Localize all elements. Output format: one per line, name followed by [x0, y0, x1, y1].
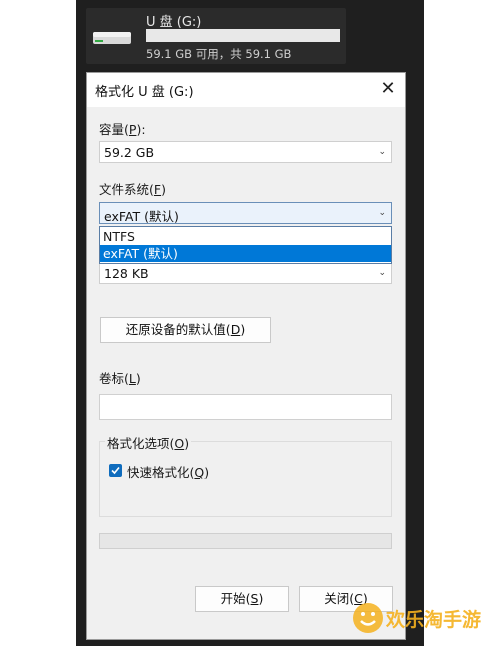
watermark-text: 欢乐淘手游: [385, 608, 481, 631]
allocation-unit-select[interactable]: 128 KB ⌄: [99, 262, 392, 284]
close-icon[interactable]: ✕: [377, 78, 399, 100]
chevron-down-icon: ⌄: [378, 147, 386, 157]
dialog-titlebar: 格式化 U 盘 (G:) ✕: [87, 73, 405, 107]
filesystem-select[interactable]: exFAT (默认) ⌄: [99, 202, 392, 224]
filesystem-dropdown: NTFS exFAT (默认): [99, 226, 392, 264]
filesystem-option-exfat[interactable]: exFAT (默认): [100, 245, 391, 262]
capacity-select[interactable]: 59.2 GB ⌄: [99, 141, 392, 163]
quick-format-checkbox[interactable]: [109, 464, 122, 477]
volume-label-label: 卷标(L): [99, 371, 141, 386]
drive-usage-bar: [146, 29, 340, 42]
checkmark-icon: [111, 466, 120, 475]
volume-label-input[interactable]: [99, 394, 392, 420]
capacity-value: 59.2 GB: [104, 145, 155, 160]
capacity-label: 容量(P):: [99, 122, 146, 137]
drive-free-space: 59.1 GB 可用，共 59.1 GB: [146, 47, 292, 61]
chevron-down-icon: ⌄: [378, 208, 386, 218]
start-button[interactable]: 开始(S): [195, 586, 289, 612]
quick-format-label: 快速格式化(Q): [127, 465, 210, 480]
format-progress-bar: [99, 533, 392, 549]
format-options-title: 格式化选项(O): [105, 433, 192, 452]
usb-drive-icon: [93, 32, 131, 44]
dialog-title: 格式化 U 盘 (G:): [95, 85, 194, 100]
chevron-down-icon: ⌄: [378, 268, 386, 278]
allocation-unit-value: 128 KB: [104, 266, 149, 281]
filesystem-option-ntfs[interactable]: NTFS: [100, 228, 391, 245]
filesystem-value: exFAT (默认): [104, 209, 179, 224]
watermark-logo: 欢乐淘手游: [353, 603, 481, 633]
filesystem-label: 文件系统(F): [99, 182, 166, 197]
format-dialog: 格式化 U 盘 (G:) ✕ 容量(P): 59.2 GB ⌄ 文件系统(F) …: [86, 72, 406, 640]
drive-name: U 盘 (G:): [146, 15, 202, 30]
restore-defaults-button[interactable]: 还原设备的默认值(D): [100, 317, 271, 343]
